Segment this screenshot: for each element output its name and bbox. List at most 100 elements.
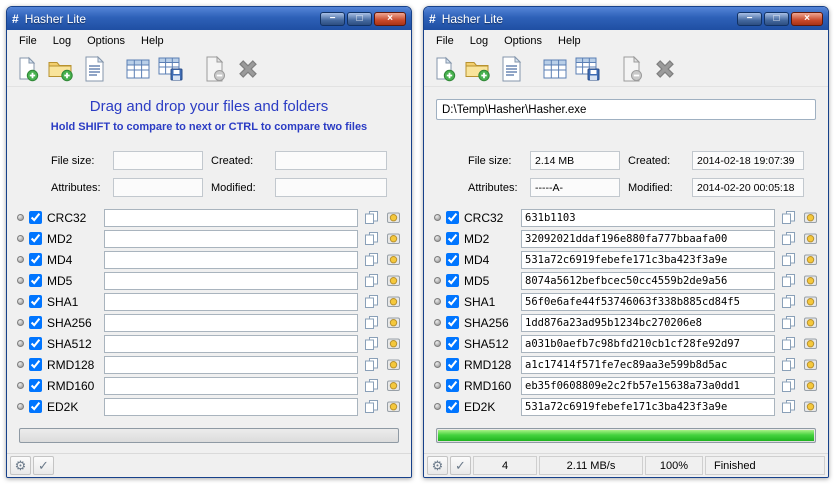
minimize-button[interactable]: −	[320, 11, 345, 26]
close-button[interactable]: ×	[374, 11, 406, 26]
remove-file-button[interactable]	[200, 53, 230, 85]
hash-value-input[interactable]	[104, 397, 358, 416]
search-hash-online-button[interactable]	[385, 377, 402, 394]
hash-value-input[interactable]	[521, 376, 775, 395]
verify-button[interactable]: ✓	[33, 456, 54, 475]
hash-checkbox[interactable]	[446, 337, 459, 350]
titlebar[interactable]: # Hasher Lite − □ ×	[7, 7, 411, 30]
hash-value-input[interactable]	[104, 250, 358, 269]
hash-checkbox[interactable]	[29, 253, 42, 266]
hash-checkbox[interactable]	[29, 337, 42, 350]
hash-value-input[interactable]	[521, 208, 775, 227]
hash-value-input[interactable]	[104, 229, 358, 248]
hash-checkbox[interactable]	[29, 316, 42, 329]
copy-hash-button[interactable]	[363, 209, 380, 226]
hash-value-input[interactable]	[521, 355, 775, 374]
hash-checkbox[interactable]	[29, 274, 42, 287]
add-file-button[interactable]	[429, 53, 459, 85]
search-hash-online-button[interactable]	[385, 209, 402, 226]
search-hash-online-button[interactable]	[802, 209, 819, 226]
search-hash-online-button[interactable]	[802, 398, 819, 415]
search-hash-online-button[interactable]	[802, 377, 819, 394]
table-button[interactable]	[540, 53, 570, 85]
hash-value-input[interactable]	[521, 250, 775, 269]
search-hash-online-button[interactable]	[802, 293, 819, 310]
hash-checkbox[interactable]	[29, 295, 42, 308]
maximize-button[interactable]: □	[347, 11, 372, 26]
search-hash-online-button[interactable]	[802, 314, 819, 331]
search-hash-online-button[interactable]	[802, 335, 819, 352]
copy-hash-button[interactable]	[780, 293, 797, 310]
hash-value-input[interactable]	[104, 292, 358, 311]
copy-hash-button[interactable]	[780, 377, 797, 394]
hash-checkbox[interactable]	[29, 400, 42, 413]
copy-hash-button[interactable]	[780, 272, 797, 289]
copy-hash-button[interactable]	[780, 335, 797, 352]
hash-checkbox[interactable]	[446, 379, 459, 392]
menu-file[interactable]: File	[11, 32, 45, 50]
copy-hash-button[interactable]	[363, 377, 380, 394]
copy-hash-button[interactable]	[363, 314, 380, 331]
drop-area[interactable]: Drag and drop your files and folders Hol…	[7, 87, 411, 143]
hash-checkbox[interactable]	[29, 232, 42, 245]
hash-value-input[interactable]	[521, 229, 775, 248]
hash-value-input[interactable]	[104, 376, 358, 395]
settings-button[interactable]: ⚙	[427, 456, 448, 475]
search-hash-online-button[interactable]	[802, 230, 819, 247]
hash-checkbox[interactable]	[29, 379, 42, 392]
add-file-button[interactable]	[12, 53, 42, 85]
maximize-button[interactable]: □	[764, 11, 789, 26]
hash-checkbox[interactable]	[446, 253, 459, 266]
hash-value-input[interactable]	[521, 313, 775, 332]
copy-hash-button[interactable]	[780, 398, 797, 415]
hash-checkbox[interactable]	[446, 358, 459, 371]
copy-hash-button[interactable]	[780, 314, 797, 331]
search-hash-online-button[interactable]	[385, 398, 402, 415]
copy-hash-button[interactable]	[363, 398, 380, 415]
add-folder-button[interactable]	[462, 53, 493, 85]
search-hash-online-button[interactable]	[385, 230, 402, 247]
hash-checkbox[interactable]	[446, 295, 459, 308]
hash-value-input[interactable]	[521, 334, 775, 353]
search-hash-online-button[interactable]	[385, 314, 402, 331]
copy-hash-button[interactable]	[363, 251, 380, 268]
hash-checkbox[interactable]	[446, 211, 459, 224]
minimize-button[interactable]: −	[737, 11, 762, 26]
hash-checkbox[interactable]	[29, 358, 42, 371]
hash-checkbox[interactable]	[29, 211, 42, 224]
hash-value-input[interactable]	[104, 208, 358, 227]
menu-file[interactable]: File	[428, 32, 462, 50]
search-hash-online-button[interactable]	[802, 251, 819, 268]
menu-help[interactable]: Help	[133, 32, 172, 50]
copy-hash-button[interactable]	[780, 251, 797, 268]
hash-value-input[interactable]	[104, 313, 358, 332]
menu-options[interactable]: Options	[496, 32, 550, 50]
copy-hash-button[interactable]	[363, 335, 380, 352]
menu-log[interactable]: Log	[462, 32, 496, 50]
table-button[interactable]	[123, 53, 153, 85]
report-button[interactable]	[496, 53, 526, 85]
hash-value-input[interactable]	[104, 334, 358, 353]
add-folder-button[interactable]	[45, 53, 76, 85]
search-hash-online-button[interactable]	[385, 272, 402, 289]
titlebar[interactable]: # Hasher Lite − □ ×	[424, 7, 828, 30]
file-path-input[interactable]	[436, 99, 816, 120]
copy-hash-button[interactable]	[363, 356, 380, 373]
copy-hash-button[interactable]	[363, 272, 380, 289]
copy-hash-button[interactable]	[363, 293, 380, 310]
search-hash-online-button[interactable]	[385, 251, 402, 268]
hash-value-input[interactable]	[521, 397, 775, 416]
hash-checkbox[interactable]	[446, 232, 459, 245]
menu-help[interactable]: Help	[550, 32, 589, 50]
copy-hash-button[interactable]	[780, 230, 797, 247]
delete-all-button[interactable]	[233, 53, 263, 85]
menu-log[interactable]: Log	[45, 32, 79, 50]
table-save-button[interactable]	[573, 53, 603, 85]
hash-value-input[interactable]	[104, 271, 358, 290]
search-hash-online-button[interactable]	[385, 293, 402, 310]
delete-all-button[interactable]	[650, 53, 680, 85]
copy-hash-button[interactable]	[363, 230, 380, 247]
hash-checkbox[interactable]	[446, 400, 459, 413]
hash-checkbox[interactable]	[446, 274, 459, 287]
hash-checkbox[interactable]	[446, 316, 459, 329]
